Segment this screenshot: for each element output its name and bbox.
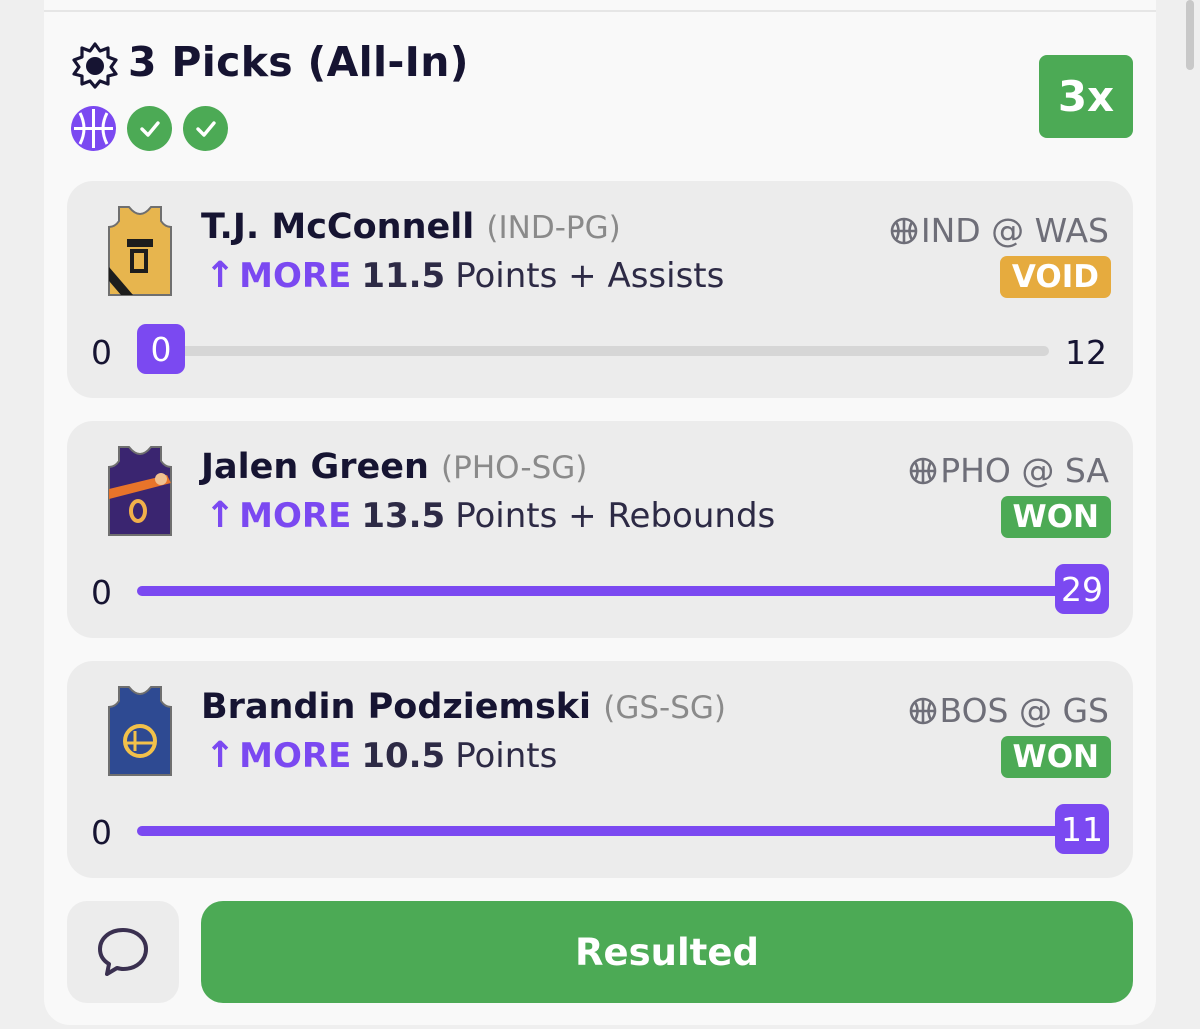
- pick-direction: MORE: [239, 735, 352, 776]
- progress-value: 29: [1055, 564, 1109, 614]
- jersey-icon: [108, 446, 172, 536]
- pick-line: ↑ MORE 10.5 Points: [205, 735, 557, 776]
- pick-card[interactable]: Jalen Green (PHO-SG) ↑ MORE 13.5 Points …: [67, 421, 1133, 638]
- pick-direction: MORE: [239, 255, 352, 296]
- progress-min: 0: [91, 813, 112, 852]
- game-matchup: PHO @ SA: [908, 451, 1109, 490]
- pick-line-value: 13.5: [361, 495, 446, 536]
- pick-stat: Points: [455, 735, 558, 776]
- resulted-button[interactable]: Resulted: [201, 901, 1133, 1003]
- basketball-icon: [71, 106, 116, 151]
- game-matchup-text: PHO @ SA: [940, 451, 1109, 490]
- player-name: Brandin Podziemski (GS-SG): [201, 687, 726, 727]
- progress-track: 0: [137, 324, 1049, 374]
- pick-status-row: [71, 106, 228, 151]
- progress-fill: [137, 586, 1109, 596]
- arrow-up-icon: ↑: [205, 735, 236, 776]
- player-name-text: Jalen Green: [201, 447, 429, 487]
- player-position: (GS-SG): [603, 690, 727, 726]
- check-icon: [183, 106, 228, 151]
- check-icon: [127, 106, 172, 151]
- progress-fill: [137, 826, 1109, 836]
- pick-stat: Points + Rebounds: [455, 495, 776, 536]
- progress-value: 11: [1055, 804, 1109, 854]
- player-name-text: T.J. McConnell: [201, 207, 475, 247]
- pick-card[interactable]: T.J. McConnell (IND-PG) ↑ MORE 11.5 Poin…: [67, 181, 1133, 398]
- pick-card[interactable]: Brandin Podziemski (GS-SG) ↑ MORE 10.5 P…: [67, 661, 1133, 878]
- status-badge: WON: [1000, 736, 1111, 778]
- basketball-icon: [909, 697, 936, 724]
- pick-line-value: 11.5: [361, 255, 446, 296]
- player-position: (IND-PG): [486, 210, 621, 246]
- player-name: T.J. McConnell (IND-PG): [201, 207, 621, 247]
- pick-line: ↑ MORE 11.5 Points + Assists: [205, 255, 724, 296]
- pick-line-value: 10.5: [361, 735, 446, 776]
- game-matchup: IND @ WAS: [889, 211, 1109, 250]
- chat-button[interactable]: [67, 901, 179, 1003]
- game-matchup: BOS @ GS: [908, 691, 1109, 730]
- pick-direction: MORE: [239, 495, 352, 536]
- gear-sun-icon: [72, 42, 118, 89]
- multiplier-badge: 3x: [1039, 55, 1133, 138]
- progress-target: 12: [1065, 333, 1107, 372]
- progress-min: 0: [91, 573, 112, 612]
- arrow-up-icon: ↑: [205, 495, 236, 536]
- chat-bubble-icon: [98, 928, 148, 976]
- status-badge: WON: [1000, 496, 1111, 538]
- game-matchup-text: IND @ WAS: [920, 211, 1109, 250]
- scrollbar[interactable]: [1186, 0, 1194, 70]
- progress-min: 0: [91, 333, 112, 372]
- game-matchup-text: BOS @ GS: [939, 691, 1109, 730]
- progress-track: 29: [137, 564, 1109, 614]
- jersey-icon: [108, 686, 172, 776]
- basketball-icon: [909, 457, 937, 484]
- divider: [44, 10, 1156, 12]
- arrow-up-icon: ↑: [205, 255, 236, 296]
- status-badge: VOID: [999, 256, 1111, 298]
- progress-track: 11: [137, 804, 1109, 854]
- player-name-text: Brandin Podziemski: [201, 687, 592, 727]
- progress-value: 0: [137, 324, 185, 374]
- pick-stat: Points + Assists: [455, 255, 725, 296]
- pick-line: ↑ MORE 13.5 Points + Rebounds: [205, 495, 775, 536]
- player-position: (PHO-SG): [441, 450, 588, 486]
- page-title: 3 Picks (All-In): [128, 38, 469, 86]
- jersey-icon: [108, 206, 172, 296]
- player-name: Jalen Green (PHO-SG): [201, 447, 587, 487]
- basketball-icon: [890, 217, 918, 244]
